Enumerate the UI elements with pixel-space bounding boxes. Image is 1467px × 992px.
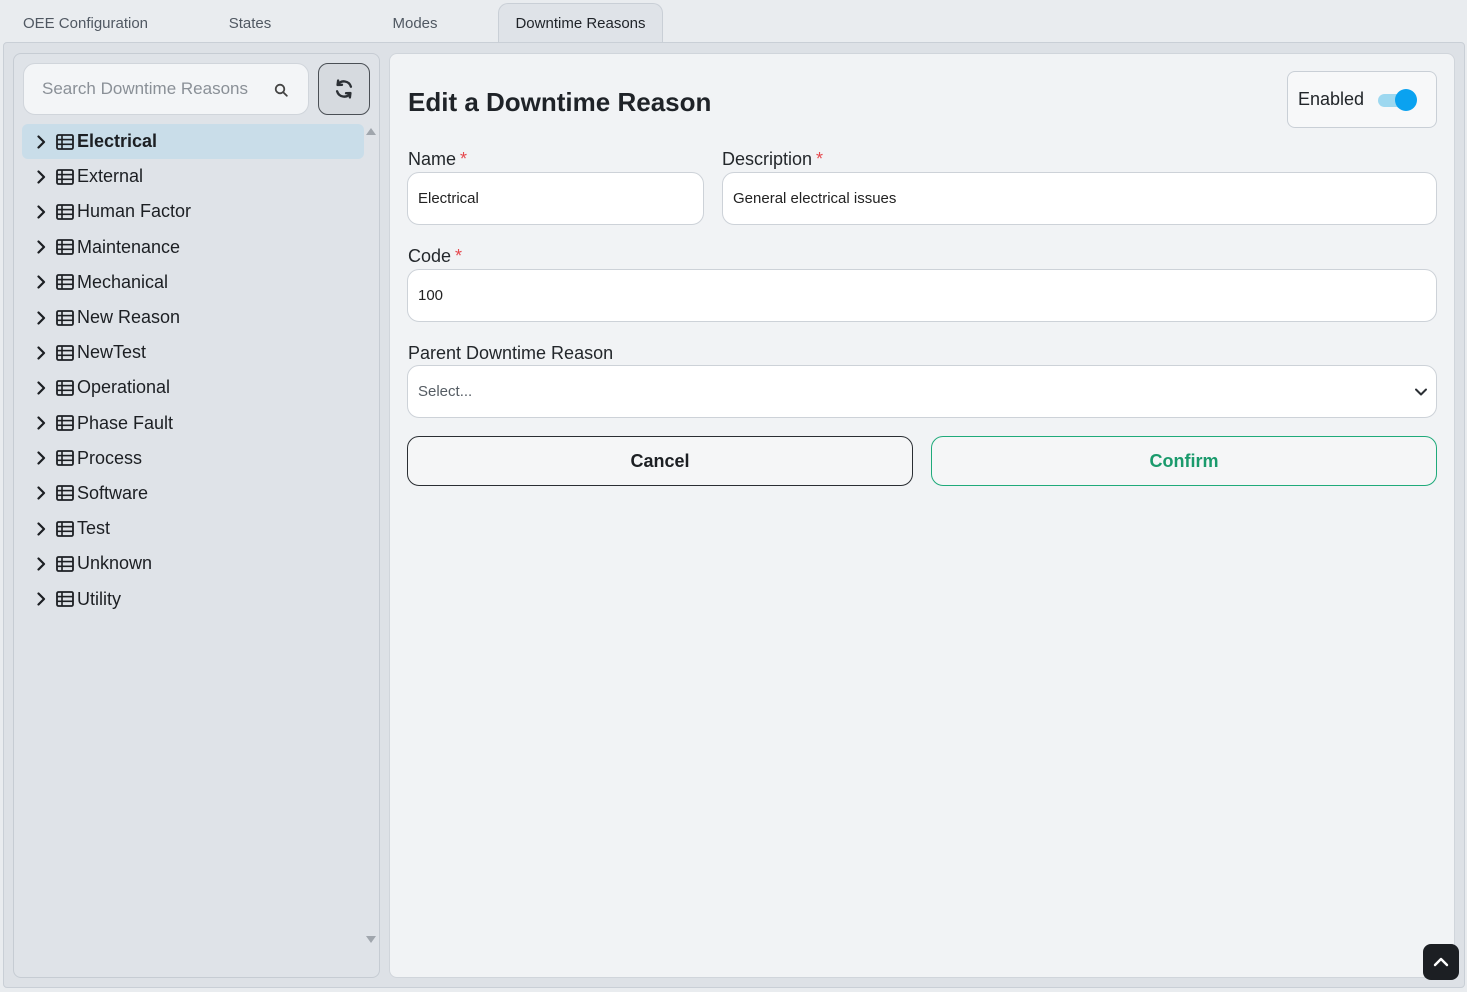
chevron-right-icon[interactable] — [34, 310, 48, 325]
tab-bar: OEE Configuration States Modes Downtime … — [0, 0, 1467, 44]
scroll-up-arrow[interactable] — [366, 128, 376, 135]
tree-item[interactable]: Software — [22, 476, 364, 511]
tree-item-label: New Reason — [77, 307, 181, 328]
tree-item[interactable]: External — [22, 159, 364, 194]
parent-select[interactable]: Select... — [407, 365, 1437, 418]
table-icon — [56, 380, 74, 396]
table-icon — [56, 239, 74, 256]
chevron-right-icon[interactable] — [34, 205, 48, 219]
tree-item-label: Test — [77, 518, 111, 539]
code-label: Code * — [408, 246, 462, 267]
chevron-right-icon[interactable] — [34, 240, 48, 254]
table-icon — [56, 485, 74, 502]
enabled-toggle[interactable] — [1378, 89, 1417, 111]
tree-item[interactable]: Test — [22, 511, 364, 546]
reason-tree: Electrical External Human Factor Maintenanc… — [22, 124, 364, 617]
chevron-right-icon[interactable] — [34, 592, 48, 606]
table-icon — [56, 133, 74, 150]
chevron-right-icon[interactable] — [34, 381, 48, 395]
search-input[interactable] — [42, 79, 262, 99]
chevron-up-icon — [1433, 957, 1449, 967]
tree-item[interactable]: NewTest — [22, 335, 364, 370]
table-icon — [56, 450, 74, 467]
tree-item[interactable]: Phase Fault — [22, 406, 364, 441]
tree-item-label: Software — [77, 482, 149, 503]
tree-item-label: Phase Fault — [77, 412, 174, 433]
edit-form-panel: Edit a Downtime Reason Enabled Name * Ele… — [389, 53, 1455, 978]
refresh-icon — [335, 79, 353, 99]
chevron-right-icon[interactable] — [34, 134, 48, 149]
code-label-text: Code — [408, 246, 452, 266]
chevron-right-icon[interactable] — [34, 522, 48, 536]
tab-downtime-reasons[interactable]: Downtime Reasons — [498, 3, 663, 43]
tree-item[interactable]: New Reason — [22, 300, 364, 335]
tree-item-label: Maintenance — [77, 236, 181, 257]
code-field[interactable]: 100 — [407, 269, 1437, 322]
description-label-text: Description — [722, 149, 813, 169]
tree-item-label: Utility — [77, 588, 121, 609]
tree-item-label: Unknown — [77, 553, 153, 574]
description-field[interactable]: General electrical issues — [722, 172, 1437, 225]
scroll-down-arrow[interactable] — [366, 936, 376, 943]
tree-item[interactable]: Mechanical — [22, 265, 364, 300]
table-icon — [56, 344, 74, 361]
parent-label: Parent Downtime Reason — [408, 343, 614, 363]
required-marker: * — [816, 149, 824, 169]
table-icon — [56, 415, 74, 431]
name-label-text: Name — [408, 149, 457, 169]
tab-oee-configuration[interactable]: OEE Configuration — [8, 4, 163, 42]
chevron-right-icon[interactable] — [34, 557, 48, 571]
tree-item-label: External — [77, 166, 144, 187]
description-label: Description * — [722, 149, 823, 170]
table-icon — [56, 591, 74, 607]
table-icon — [56, 274, 74, 291]
toggle-knob — [1395, 89, 1417, 111]
table-icon — [56, 520, 74, 537]
required-marker: * — [460, 149, 468, 169]
parent-select-value: Select... — [418, 383, 473, 400]
chevron-right-icon[interactable] — [34, 346, 48, 360]
name-label: Name * — [408, 149, 467, 170]
tree-item[interactable]: Unknown — [22, 546, 364, 581]
tree-item-label: Operational — [77, 377, 171, 398]
form-title: Edit a Downtime Reason — [408, 87, 712, 117]
tree-item[interactable]: Electrical — [22, 124, 364, 160]
table-icon — [56, 309, 74, 326]
chevron-right-icon[interactable] — [34, 275, 48, 289]
tree-item-label: Electrical — [77, 131, 158, 152]
search-box — [23, 63, 309, 115]
tree-item[interactable]: Utility — [22, 581, 364, 616]
table-icon — [56, 168, 74, 185]
tree-item-label: NewTest — [77, 342, 147, 363]
chevron-right-icon[interactable] — [34, 451, 48, 465]
refresh-button[interactable] — [318, 63, 370, 115]
tree-item-label: Human Factor — [77, 201, 192, 222]
table-icon — [56, 555, 74, 572]
confirm-button[interactable]: Confirm — [931, 436, 1437, 486]
enabled-toggle-box: Enabled — [1287, 71, 1437, 128]
tree-item[interactable]: Human Factor — [22, 194, 364, 229]
chevron-right-icon[interactable] — [34, 170, 48, 184]
tab-modes[interactable]: Modes — [375, 4, 455, 42]
cancel-button[interactable]: Cancel — [407, 436, 913, 486]
tree-item[interactable]: Process — [22, 441, 364, 476]
tab-states[interactable]: States — [205, 4, 295, 42]
reason-tree-panel: Electrical External Human Factor Maintenanc… — [13, 53, 380, 978]
tree-item-label: Process — [77, 447, 143, 468]
name-field[interactable]: Electrical — [407, 172, 704, 225]
tree-item[interactable]: Maintenance — [22, 230, 364, 265]
tree-item-label: Mechanical — [77, 271, 169, 292]
search-icon[interactable] — [274, 83, 288, 97]
chevron-right-icon[interactable] — [34, 486, 48, 501]
back-to-top-button[interactable] — [1423, 944, 1459, 980]
tree-item[interactable]: Operational — [22, 370, 364, 405]
chevron-right-icon[interactable] — [34, 416, 48, 430]
required-marker: * — [455, 246, 463, 266]
table-icon — [56, 204, 74, 220]
enabled-label: Enabled — [1298, 89, 1365, 109]
chevron-down-icon — [1415, 388, 1427, 396]
